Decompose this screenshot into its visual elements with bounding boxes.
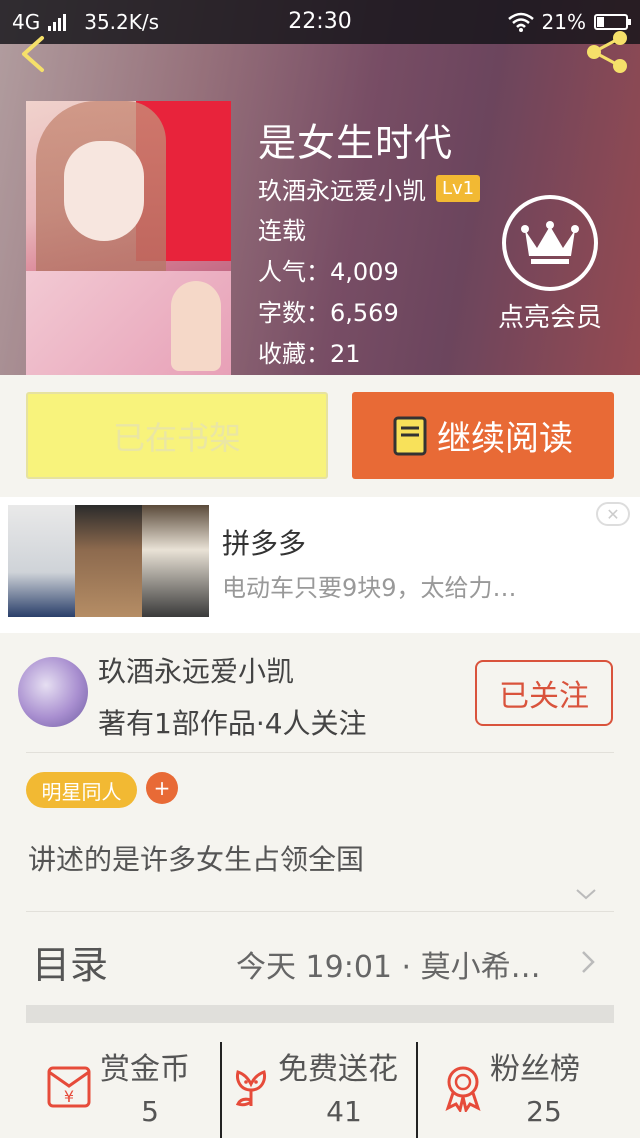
stat-value: 41 — [326, 1095, 362, 1128]
author-works: 著有1部作品·4人关注 — [98, 707, 367, 740]
ad-image-2[interactable] — [75, 505, 142, 617]
continue-reading-label: 继续阅读 — [437, 419, 573, 459]
divider — [26, 752, 614, 753]
follow-button[interactable]: 已关注 — [475, 660, 613, 726]
add-tag-button[interactable]: + — [146, 772, 178, 804]
share-icon[interactable] — [582, 28, 630, 76]
book-intro[interactable]: 讲述的是许多女生占领全国 — [28, 838, 364, 878]
wifi-icon — [507, 12, 534, 32]
member-button[interactable]: 点亮会员 — [494, 195, 606, 334]
book-author-row[interactable]: 玖酒永远爱小凯 Lv1 — [258, 171, 481, 206]
tag-chip[interactable]: 明星同人 — [26, 772, 137, 808]
ad-title[interactable]: 拼多多 — [222, 522, 306, 562]
status-bar: 4G 35.2K/s 22:30 21% — [0, 0, 640, 44]
word-count-row: 字数：6,569 — [258, 299, 399, 327]
chevron-down-icon[interactable] — [574, 882, 598, 906]
coin-envelope-icon: ¥ — [47, 1066, 91, 1108]
level-badge: Lv1 — [436, 175, 481, 202]
stat-coins[interactable]: ¥ 赏金币 5 — [0, 1040, 220, 1138]
word-count-value: 6,569 — [330, 299, 399, 327]
stat-fans[interactable]: 粉丝榜 25 — [418, 1040, 640, 1138]
svg-text:¥: ¥ — [64, 1087, 74, 1106]
ad-image-1[interactable] — [8, 505, 75, 617]
stat-label: 免费送花 — [278, 1052, 398, 1087]
stat-label: 粉丝榜 — [490, 1052, 580, 1087]
flower-icon — [235, 1070, 266, 1107]
medal-icon — [445, 1066, 481, 1112]
avatar[interactable] — [18, 657, 88, 727]
ad-image-3[interactable] — [142, 505, 209, 617]
battery-percent: 21% — [541, 10, 586, 34]
divider — [26, 911, 614, 912]
toc-label[interactable]: 目录 — [32, 934, 108, 989]
book-title: 是女生时代 — [258, 121, 454, 165]
book-cover[interactable] — [26, 101, 231, 375]
popularity-value: 4,009 — [330, 258, 399, 286]
stat-value: 25 — [526, 1095, 562, 1128]
stat-flowers[interactable]: 免费送花 41 — [222, 1040, 416, 1138]
member-label: 点亮会员 — [497, 303, 602, 333]
in-bookshelf-button[interactable]: 已在书架 — [26, 392, 328, 479]
ad-description[interactable]: 电动车只要9块9，太给力… — [222, 568, 572, 603]
favorites-value: 21 — [330, 340, 361, 368]
ad-close-button[interactable]: ✕ — [596, 502, 630, 526]
book-icon — [393, 416, 427, 455]
chevron-right-icon[interactable] — [578, 948, 598, 976]
stat-label: 赏金币 — [100, 1052, 190, 1087]
stat-value: 5 — [141, 1095, 159, 1128]
section-separator — [26, 1005, 614, 1023]
crown-icon — [502, 195, 598, 291]
favorites-row: 收藏：21 — [258, 340, 361, 368]
popularity-row: 人气：4,009 — [258, 258, 399, 286]
book-author[interactable]: 玖酒永远爱小凯 — [258, 171, 426, 206]
latest-chapter[interactable]: 今天 19:01 · 莫小希… — [236, 942, 566, 986]
author-name[interactable]: 玖酒永远爱小凯 — [98, 650, 294, 690]
back-icon[interactable] — [14, 34, 54, 74]
book-status: 连载 — [258, 217, 306, 245]
continue-reading-button[interactable]: 继续阅读 — [352, 392, 614, 479]
